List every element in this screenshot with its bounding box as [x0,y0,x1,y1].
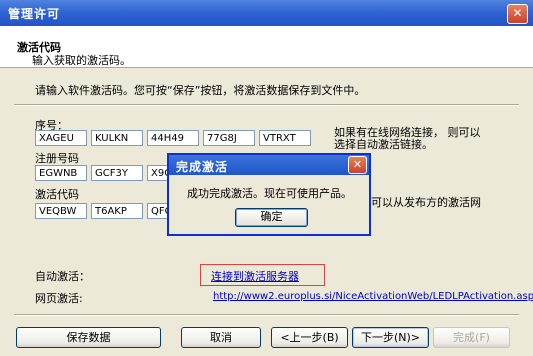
serial-field-2[interactable]: KULKN [91,130,143,146]
activation-field-2[interactable]: T6AKP [91,203,143,219]
connect-server-link[interactable]: 连接到激活服务器 [211,268,299,284]
ok-button[interactable]: 确定 [235,208,308,227]
activation-complete-dialog: 完成激活 ✕ 成功完成激活。现在可使用产品。 确定 [167,153,371,236]
finish-button[interactable]: 完成(F) [433,327,510,348]
divider-bottom [14,314,519,316]
web-activation-label: 网页激活: [35,292,83,305]
page-subtitle: 输入获取的激活码。 [32,54,131,67]
window-title: 管理许可 [8,7,61,21]
dialog-close-icon[interactable]: ✕ [348,156,367,174]
dialog-title: 完成激活 [176,160,229,174]
activation-code-label: 激活代码 [35,188,79,201]
wizard-header: 激活代码 输入获取的激活码。 [0,26,533,68]
publisher-note: 可以从发布方的激活网 [371,196,481,209]
title-bar[interactable]: 管理许可 ✕ [0,0,533,26]
divider [14,104,519,106]
back-button[interactable]: <上一步(B) [271,327,348,348]
registration-field-1[interactable]: EGWNB [35,165,87,181]
dialog-title-bar[interactable]: 完成激活 ✕ [169,155,369,175]
web-activation-link[interactable]: http://www2.europlus.si/NiceActivationWe… [213,291,533,302]
registration-field-2[interactable]: GCF3Y [91,165,143,181]
activation-field-1[interactable]: VEQBW [35,203,87,219]
license-window: 管理许可 ✕ 激活代码 输入获取的激活码。 请输入软件激活码。您可按“保存”按钮… [0,0,533,356]
instruction-text: 请输入软件激活码。您可按“保存”按钮，将激活数据保存到文件中。 [35,84,366,97]
registration-label: 注册号码 [35,152,79,165]
auto-activation-label: 自动激活： [35,270,90,283]
serial-field-5[interactable]: VTRXT [259,130,311,146]
dialog-message: 成功完成激活。现在可使用产品。 [187,187,352,200]
save-data-button[interactable]: 保存数据 [16,327,161,348]
close-icon[interactable]: ✕ [507,4,528,24]
online-note: 如果有在线网络连接， 则可以选择自动激活链接。 [334,126,481,151]
serial-field-3[interactable]: 44H49 [147,130,199,146]
next-button[interactable]: 下一步(N)> [352,327,429,348]
serial-field-1[interactable]: XAGEU [35,130,87,146]
cancel-button[interactable]: 取消 [181,327,261,348]
serial-field-4[interactable]: 77G8J [203,130,255,146]
